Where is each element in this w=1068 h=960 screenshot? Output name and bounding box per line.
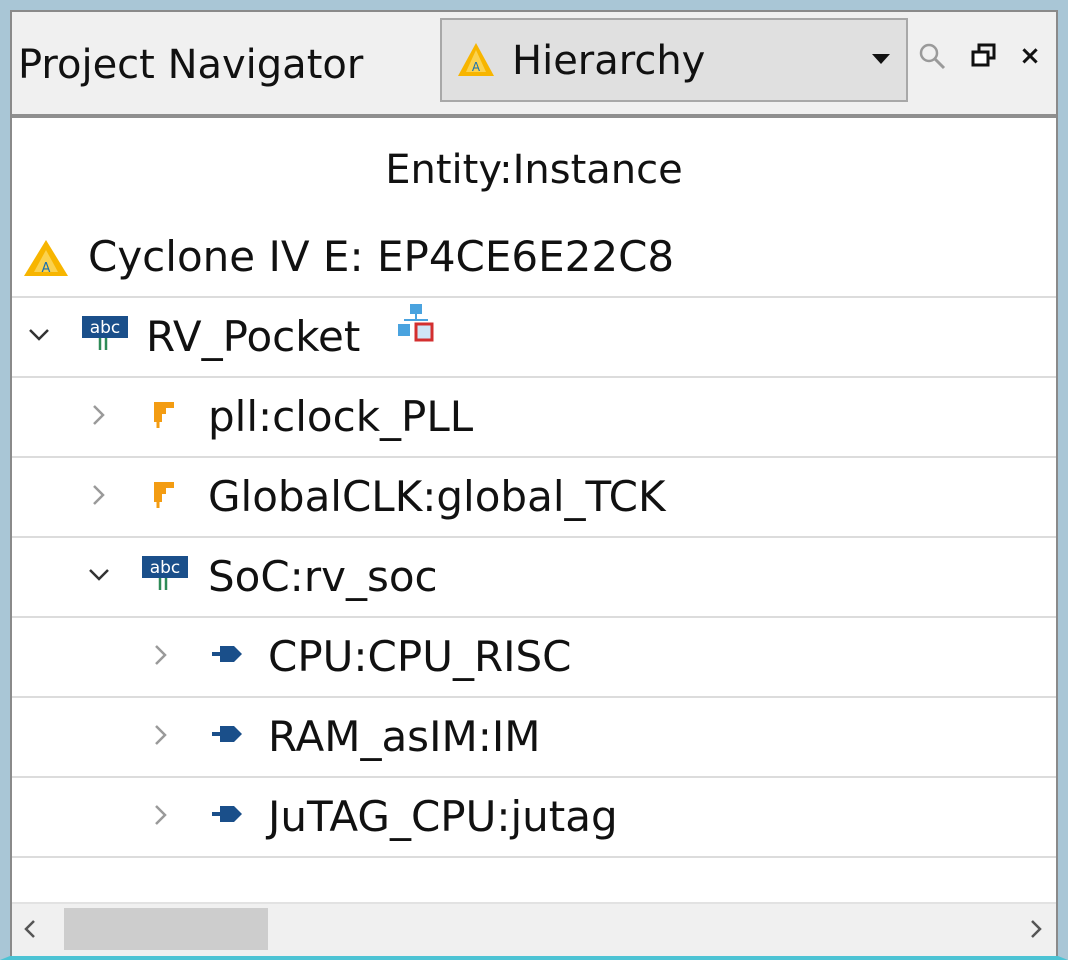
triangle-device-icon: A: [24, 240, 68, 276]
search-icon[interactable]: [916, 40, 948, 72]
dropdown-arrow-icon[interactable]: [872, 54, 890, 64]
svg-text:abc: abc: [150, 558, 181, 578]
abc-entity-icon: abc: [142, 556, 188, 590]
device-label: Cyclone IV E: EP4CE6E22C8: [88, 232, 675, 281]
chevron-right-icon[interactable]: [148, 640, 174, 670]
horizontal-scrollbar[interactable]: [12, 902, 1056, 956]
tree-item-globalclk[interactable]: GlobalCLK:global_TCK: [12, 458, 1056, 538]
chevron-down-icon[interactable]: [86, 560, 112, 590]
panel-title-bar: Project Navigator A Hierarchy ×: [12, 12, 1056, 118]
triangle-device-icon: A: [458, 43, 494, 76]
chevron-right-icon[interactable]: [86, 480, 112, 510]
tree-item-label: GlobalCLK:global_TCK: [208, 472, 666, 521]
abc-entity-icon: abc: [82, 316, 128, 350]
blue-module-icon: [212, 726, 242, 742]
device-row[interactable]: A Cyclone IV E: EP4CE6E22C8: [12, 218, 1056, 298]
orange-ip-icon: [154, 482, 174, 508]
orange-ip-icon: [154, 402, 174, 428]
tree-item-jutag[interactable]: JuTAG_CPU:jutag: [12, 778, 1056, 858]
tree-item-rv-pocket[interactable]: abc RV_Pocket: [12, 298, 1056, 378]
column-header[interactable]: Entity:Instance: [12, 147, 1056, 193]
scroll-right-icon[interactable]: [1024, 916, 1048, 942]
tree-item-label: RV_Pocket: [146, 312, 361, 361]
tree-item-label: SoC:rv_soc: [208, 552, 438, 601]
blue-module-icon: [212, 806, 242, 822]
tree-item-label: RAM_asIM:IM: [268, 712, 541, 761]
restore-window-icon[interactable]: [968, 40, 1000, 72]
chevron-right-icon[interactable]: [148, 800, 174, 830]
tree-item-soc[interactable]: abc SoC:rv_soc: [12, 538, 1056, 618]
scroll-left-icon[interactable]: [18, 916, 42, 942]
blue-module-icon: [212, 646, 242, 662]
close-icon[interactable]: ×: [1014, 40, 1046, 72]
project-navigator-panel: Project Navigator A Hierarchy × Entity:I…: [10, 10, 1058, 956]
svg-text:A: A: [472, 60, 481, 74]
svg-text:A: A: [42, 261, 51, 276]
tree-item-pll-clock[interactable]: pll:clock_PLL: [12, 378, 1056, 458]
hierarchy-icon[interactable]: [394, 302, 438, 346]
tree-item-ram[interactable]: RAM_asIM:IM: [12, 698, 1056, 778]
tree-item-cpu[interactable]: CPU:CPU_RISC: [12, 618, 1056, 698]
chevron-right-icon[interactable]: [148, 720, 174, 750]
tree-item-label: JuTAG_CPU:jutag: [268, 792, 618, 841]
chevron-right-icon[interactable]: [86, 400, 112, 430]
view-selector-value: Hierarchy: [512, 38, 706, 84]
tree-item-label: pll:clock_PLL: [208, 392, 474, 441]
scrollbar-thumb[interactable]: [64, 908, 268, 950]
tree-item-label: CPU:CPU_RISC: [268, 632, 572, 681]
panel-title: Project Navigator: [18, 42, 364, 88]
svg-text:abc: abc: [90, 318, 121, 338]
chevron-down-icon[interactable]: [26, 320, 52, 350]
project-navigator-window: Project Navigator A Hierarchy × Entity:I…: [0, 0, 1068, 960]
view-selector-dropdown[interactable]: A Hierarchy: [440, 18, 908, 102]
